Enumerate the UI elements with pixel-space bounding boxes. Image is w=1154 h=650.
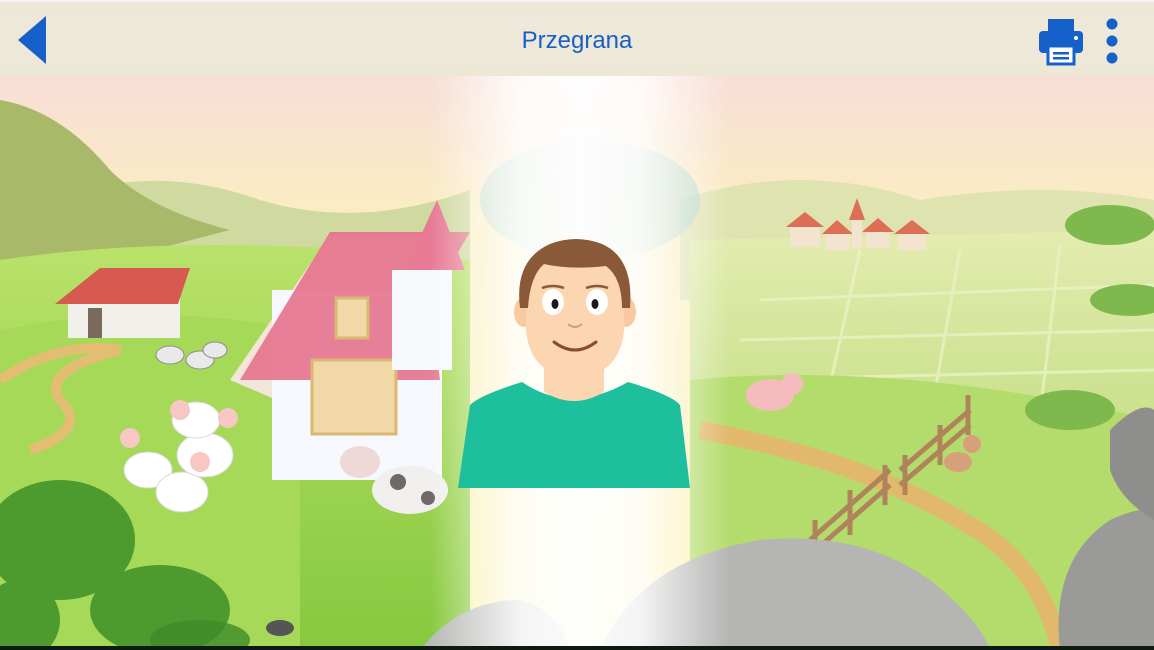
back-button[interactable] <box>12 12 56 68</box>
back-arrow-icon <box>18 16 46 64</box>
top-app-bar: Przegrana <box>0 0 1154 76</box>
bottom-edge <box>0 646 1154 650</box>
overflow-menu-button[interactable] <box>1096 16 1128 66</box>
page-title: Przegrana <box>521 27 633 54</box>
print-button[interactable] <box>1036 16 1086 66</box>
printer-icon <box>1039 19 1083 66</box>
more-vertical-icon <box>1106 18 1118 64</box>
game-screen: Przegrana <box>0 0 1154 650</box>
boy-avatar <box>458 239 690 488</box>
